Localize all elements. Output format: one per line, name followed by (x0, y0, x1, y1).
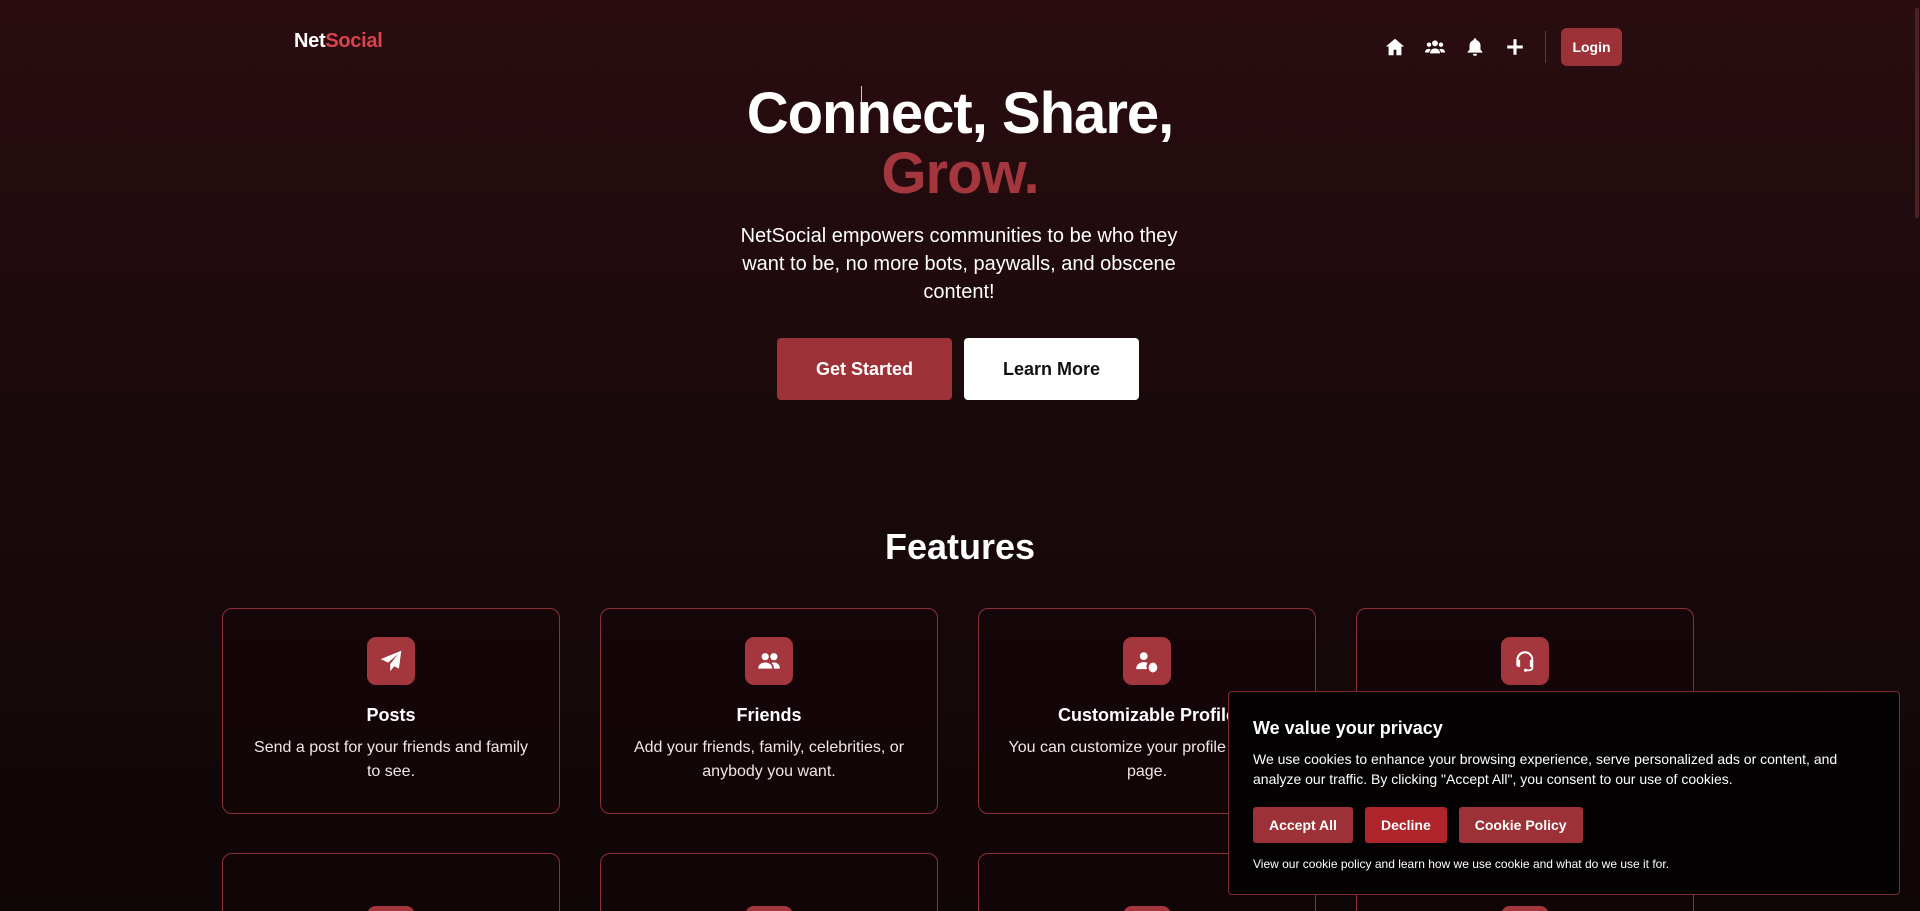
hero-title: Connect, Share, Grow. (0, 84, 1920, 204)
feature-icon (745, 906, 793, 911)
github-icon (1501, 906, 1549, 911)
top-navbar: NetSocial Login (0, 0, 1920, 94)
accept-all-button[interactable]: Accept All (1253, 807, 1353, 843)
feature-card-desc: Send a post for your friends and family … (254, 739, 528, 780)
bell-icon[interactable] (1455, 30, 1495, 64)
login-button[interactable]: Login (1561, 28, 1622, 66)
headset-icon (1501, 637, 1549, 685)
nav-icon-group (1375, 30, 1564, 64)
feature-card-friends: Friends Add your friends, family, celebr… (600, 608, 938, 814)
feature-card-title: Friends (736, 705, 802, 725)
learn-more-button[interactable]: Learn More (964, 338, 1139, 400)
nav-divider (1545, 31, 1546, 63)
feature-card-row2-1 (222, 853, 560, 911)
hero-title-line2: Grow. (881, 141, 1039, 206)
user-gear-icon (1123, 637, 1171, 685)
logo-text-social: Social (325, 30, 383, 52)
cookie-buttons: Accept All Decline Cookie Policy (1253, 807, 1875, 843)
get-started-button[interactable]: Get Started (777, 338, 952, 400)
users-icon (745, 637, 793, 685)
cookie-policy-note: View our cookie policy and learn how we … (1253, 857, 1670, 871)
plus-icon[interactable] (1495, 30, 1535, 64)
hero-subtitle: NetSocial empowers communities to be who… (740, 225, 1178, 303)
hero-title-line1: Connect, Share, (746, 81, 1175, 146)
feature-card-desc: Add your friends, family, celebrities, o… (633, 739, 905, 780)
feature-card-row2-2 (600, 853, 938, 911)
home-icon[interactable] (1375, 30, 1415, 64)
feature-icon (1123, 906, 1171, 911)
cookie-title: We value your privacy (1253, 718, 1443, 738)
paper-plane-icon (367, 637, 415, 685)
cookie-policy-button[interactable]: Cookie Policy (1458, 807, 1583, 843)
users-icon[interactable] (1415, 30, 1455, 64)
feature-card-title: Posts (366, 705, 416, 725)
cookie-text: We use cookies to enhance your browsing … (1253, 751, 1838, 787)
feature-card-posts: Posts Send a post for your friends and f… (222, 608, 560, 814)
feature-icon (367, 906, 415, 911)
cookie-consent-banner: We value your privacy We use cookies to … (1228, 691, 1900, 895)
decline-button[interactable]: Decline (1364, 807, 1447, 843)
logo-text-net: Net (294, 30, 326, 52)
page-scrollbar[interactable] (1914, 0, 1920, 911)
features-heading: Features (884, 526, 1036, 567)
logo[interactable]: NetSocial (294, 30, 383, 53)
scrollbar-thumb[interactable] (1915, 8, 1919, 218)
